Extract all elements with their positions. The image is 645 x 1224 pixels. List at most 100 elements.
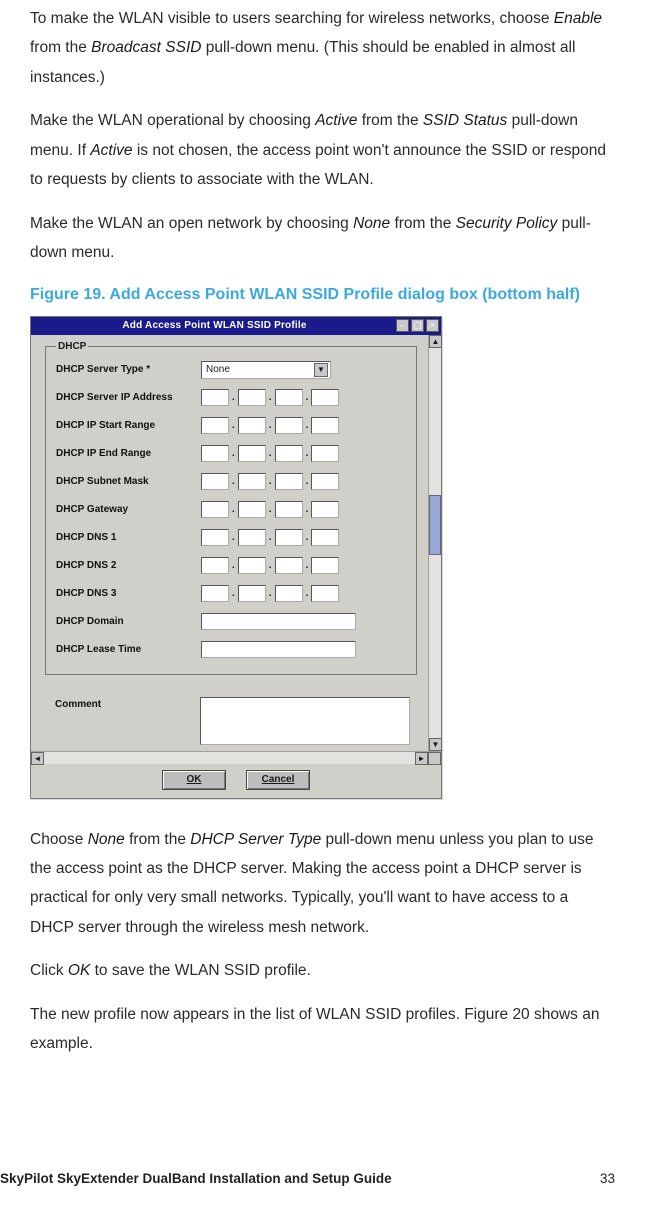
select-value: None [206,364,230,375]
ip-octet[interactable] [311,445,339,462]
ip-octet[interactable] [238,473,266,490]
ok-button[interactable]: OK [162,770,226,790]
scroll-thumb[interactable] [429,495,441,555]
ip-dhcp-gateway: . . . [201,501,339,518]
paragraph-broadcast-ssid: To make the WLAN visible to users search… [30,4,615,92]
ip-octet[interactable] [311,585,339,602]
text: from the [125,831,190,848]
scroll-right-icon[interactable]: ► [415,752,428,765]
dot-icon: . [231,420,236,431]
text: To make the WLAN visible to users search… [30,10,554,27]
scroll-left-icon[interactable]: ◄ [31,752,44,765]
ip-octet[interactable] [201,389,229,406]
text: to save the WLAN SSID profile. [90,962,311,979]
dot-icon: . [305,560,310,571]
ip-octet[interactable] [238,389,266,406]
figure-caption: Figure 19. Add Access Point WLAN SSID Pr… [30,286,615,304]
ip-octet[interactable] [201,445,229,462]
ip-octet[interactable] [275,445,303,462]
ip-octet[interactable] [238,445,266,462]
label-dhcp-start-range: DHCP IP Start Range [56,420,201,431]
label-dhcp-dns1: DHCP DNS 1 [56,532,201,543]
label-dhcp-server-type: DHCP Server Type * [56,364,201,375]
ip-octet[interactable] [238,529,266,546]
input-dhcp-lease[interactable] [201,641,356,658]
ip-octet[interactable] [275,389,303,406]
ip-octet[interactable] [311,417,339,434]
emph-broadcast-ssid: Broadcast SSID [91,39,201,56]
text: from the [357,112,422,129]
dot-icon: . [268,532,273,543]
label-dhcp-dns3: DHCP DNS 3 [56,588,201,599]
paragraph-click-ok: Click OK to save the WLAN SSID profile. [30,956,615,985]
input-dhcp-domain[interactable] [201,613,356,630]
text: from the [390,215,455,232]
ip-dhcp-dns1: . . . [201,529,339,546]
ip-octet[interactable] [275,585,303,602]
dialog-window: Add Access Point WLAN SSID Profile – ▢ ×… [30,316,442,799]
ip-octet[interactable] [311,557,339,574]
ip-octet[interactable] [275,417,303,434]
dhcp-group: DHCP DHCP Server Type * None ▼ DHCP Serv… [45,341,417,675]
emph-ssid-status: SSID Status [423,112,507,129]
dot-icon: . [268,560,273,571]
ip-octet[interactable] [275,529,303,546]
emph-enable: Enable [554,10,602,27]
label-dhcp-gateway: DHCP Gateway [56,504,201,515]
paragraph-new-profile: The new profile now appears in the list … [30,1000,615,1059]
ip-octet[interactable] [311,529,339,546]
scroll-down-icon[interactable]: ▼ [429,738,442,751]
label-dhcp-lease: DHCP Lease Time [56,644,201,655]
label-dhcp-domain: DHCP Domain [56,616,201,627]
dialog-button-row: OK Cancel [31,764,441,798]
dialog-titlebar: Add Access Point WLAN SSID Profile – ▢ × [31,317,441,335]
ip-dhcp-subnet: . . . [201,473,339,490]
ip-octet[interactable] [275,501,303,518]
ip-octet[interactable] [311,389,339,406]
paragraph-dhcp-server-type: Choose None from the DHCP Server Type pu… [30,825,615,943]
dialog-title-text: Add Access Point WLAN SSID Profile [33,320,396,331]
select-dhcp-server-type[interactable]: None ▼ [201,361,331,379]
horizontal-scrollbar[interactable]: ◄ ► [31,751,441,764]
cancel-button[interactable]: Cancel [246,770,310,790]
ip-octet[interactable] [201,529,229,546]
ip-dhcp-server-ip: . . . [201,389,339,406]
dropdown-arrow-icon[interactable]: ▼ [314,363,328,377]
dot-icon: . [305,476,310,487]
footer-title: SkyPilot SkyExtender DualBand Installati… [0,1171,392,1186]
ip-octet[interactable] [238,417,266,434]
vertical-scrollbar[interactable]: ▲ ▼ [428,335,441,751]
maximize-icon[interactable]: ▢ [411,319,424,332]
ip-octet[interactable] [201,417,229,434]
minimize-icon[interactable]: – [396,319,409,332]
dhcp-legend: DHCP [56,341,88,352]
scroll-up-icon[interactable]: ▲ [429,335,442,348]
label-dhcp-server-ip: DHCP Server IP Address [56,392,201,403]
label-dhcp-end-range: DHCP IP End Range [56,448,201,459]
ip-octet[interactable] [275,473,303,490]
ip-octet[interactable] [201,585,229,602]
emph-dhcp-server-type: DHCP Server Type [190,831,321,848]
close-icon[interactable]: × [426,319,439,332]
ip-octet[interactable] [311,501,339,518]
ip-octet[interactable] [201,473,229,490]
dot-icon: . [231,560,236,571]
dot-icon: . [268,448,273,459]
textarea-comment[interactable] [200,697,410,745]
dot-icon: . [268,588,273,599]
emph-active: Active [315,112,357,129]
dot-icon: . [268,504,273,515]
ip-octet[interactable] [238,585,266,602]
ip-octet[interactable] [201,557,229,574]
ip-octet[interactable] [275,557,303,574]
ip-octet[interactable] [238,501,266,518]
ip-octet[interactable] [201,501,229,518]
ip-dhcp-dns2: . . . [201,557,339,574]
ip-octet[interactable] [311,473,339,490]
page-footer: SkyPilot SkyExtender DualBand Installati… [0,1171,645,1186]
dot-icon: . [305,532,310,543]
text: Click [30,962,68,979]
ip-octet[interactable] [238,557,266,574]
label-dhcp-dns2: DHCP DNS 2 [56,560,201,571]
label-dhcp-subnet: DHCP Subnet Mask [56,476,201,487]
